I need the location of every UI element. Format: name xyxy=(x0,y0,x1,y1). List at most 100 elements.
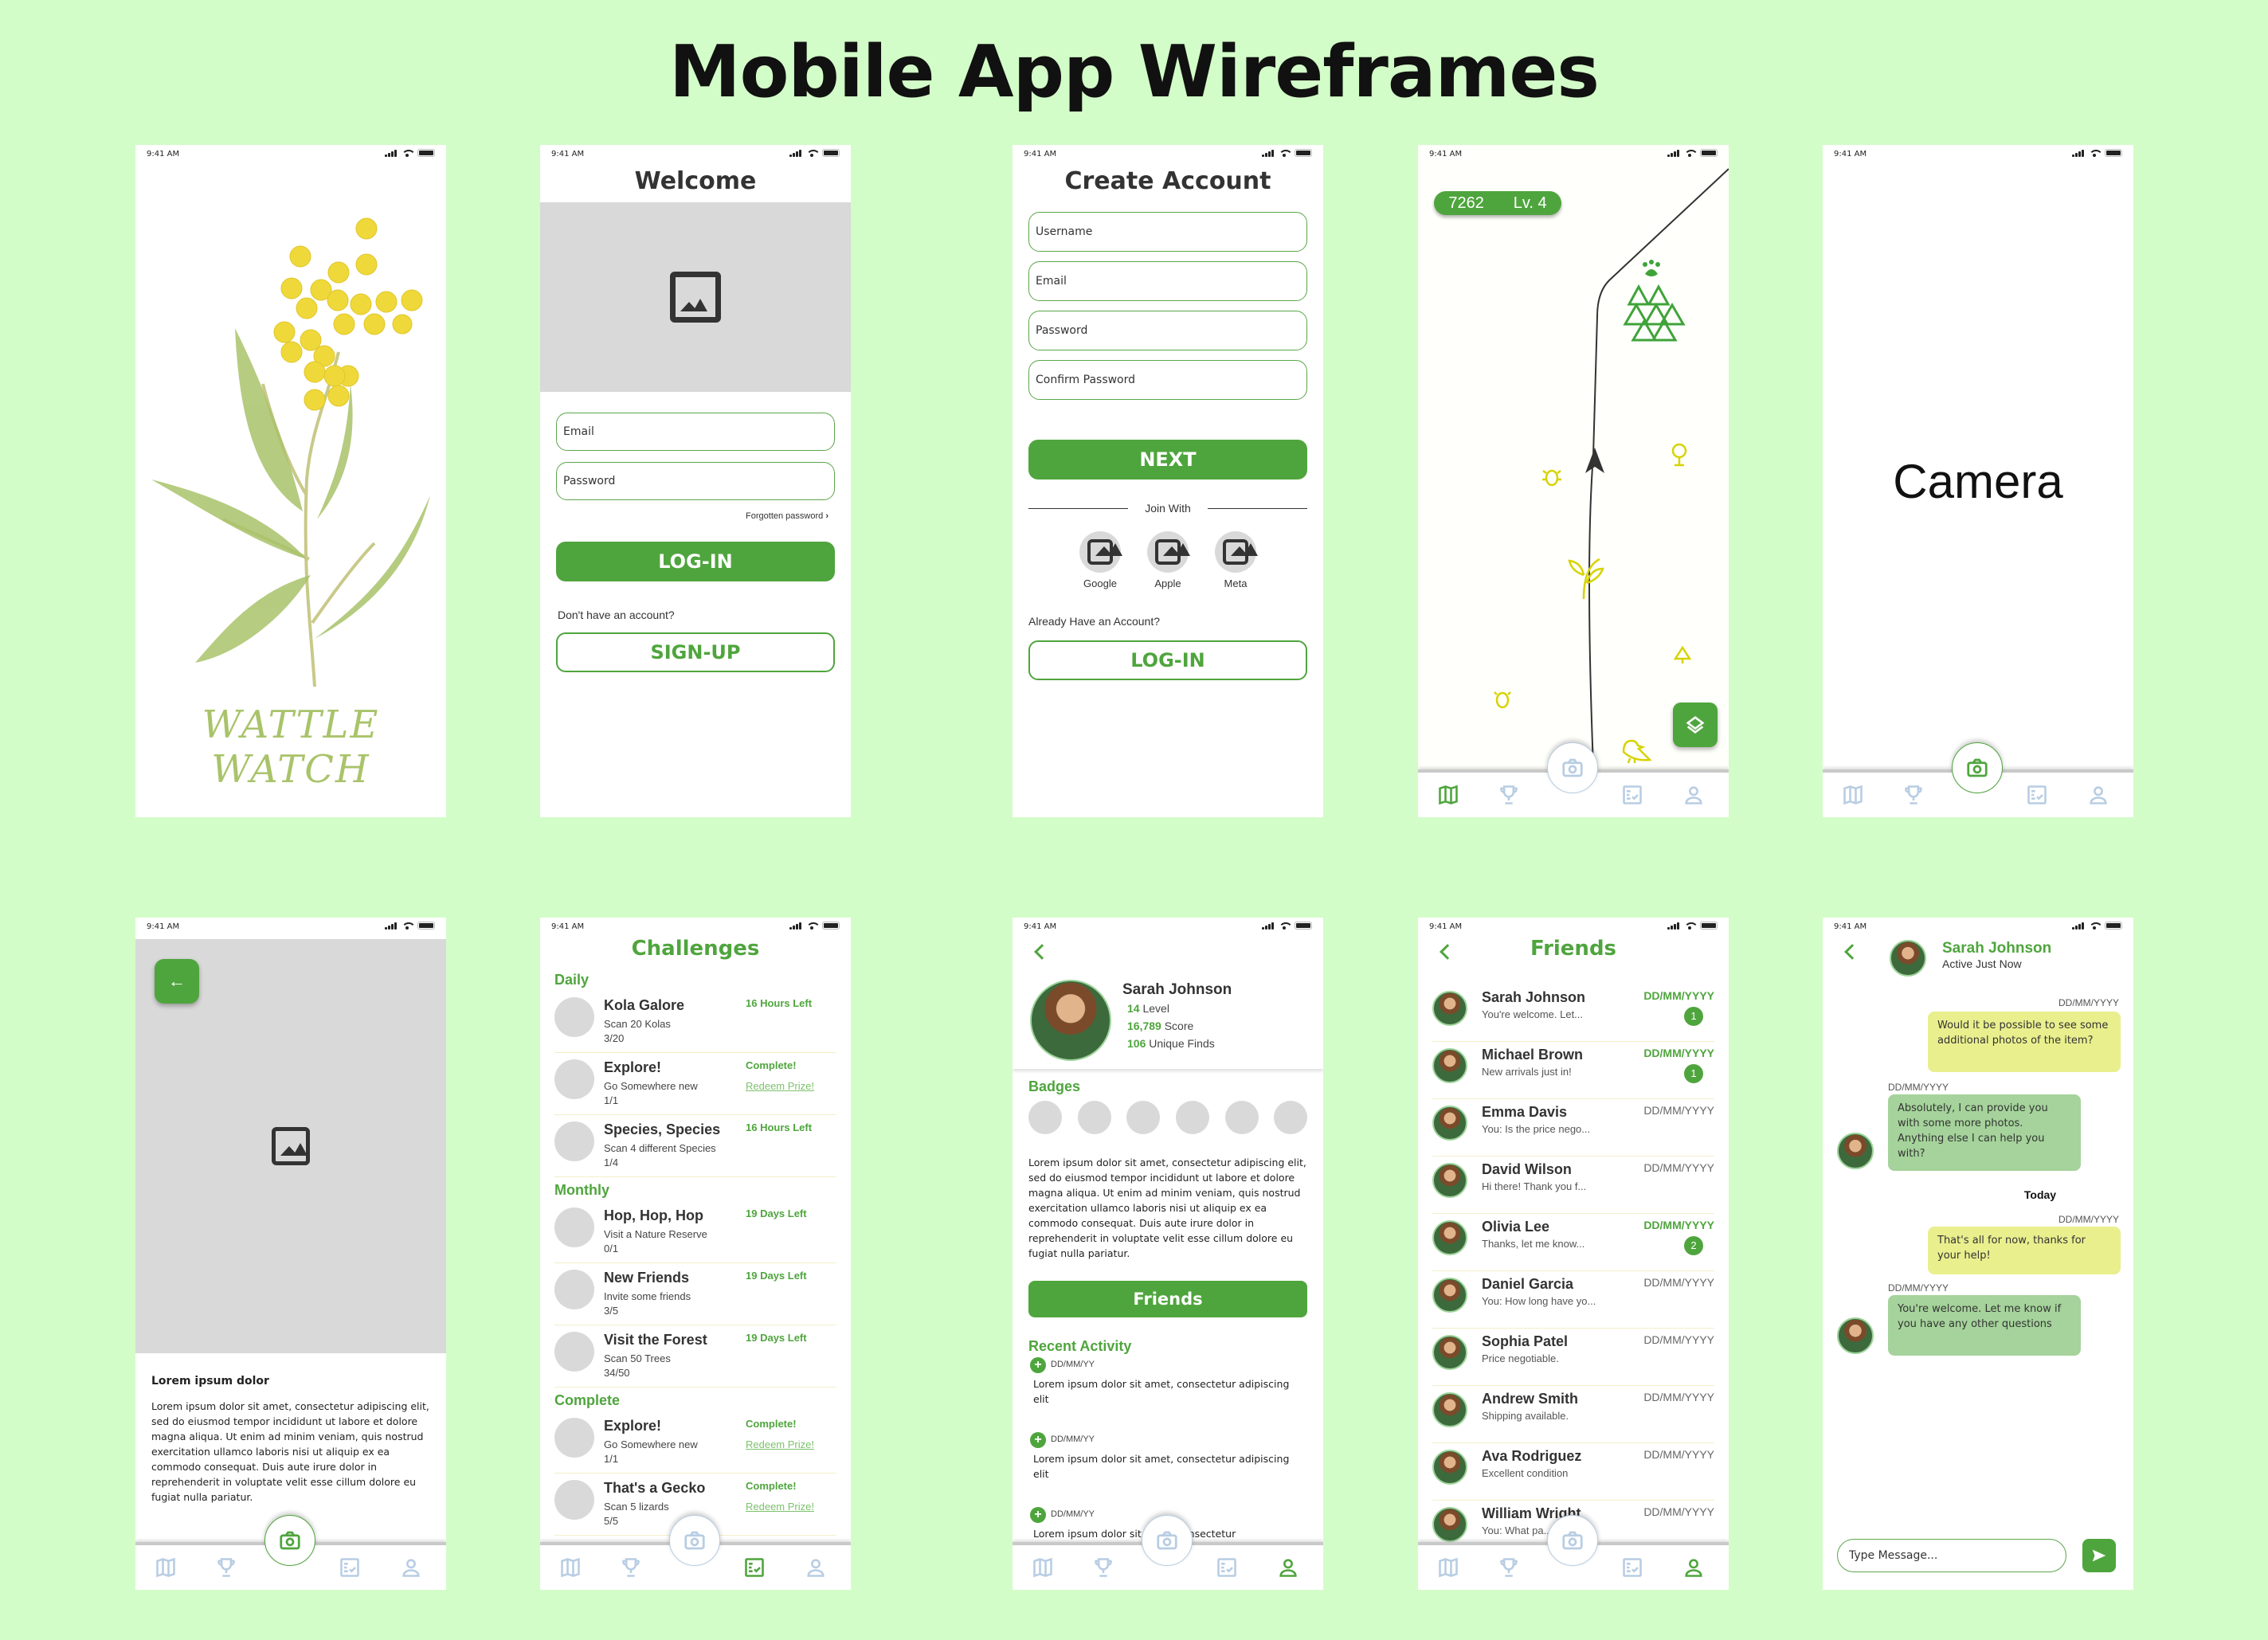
nav-checklist-icon[interactable] xyxy=(2026,784,2048,806)
status-bar: 9:41 AM xyxy=(540,145,851,162)
message-input[interactable] xyxy=(1849,1549,2066,1562)
challenge-title: New Friends xyxy=(604,1270,690,1286)
nav-checklist-icon[interactable] xyxy=(743,1556,766,1579)
nav-map-icon[interactable] xyxy=(155,1556,177,1579)
challenge-title: That's a Gecko xyxy=(604,1480,706,1496)
friend-row[interactable]: Olivia Lee Thanks, let me know... DD/MM/YY… xyxy=(1432,1214,1714,1271)
battery-icon xyxy=(822,922,840,930)
nav-profile-icon[interactable] xyxy=(805,1556,827,1579)
nav-camera-button[interactable] xyxy=(1547,742,1598,793)
username-input[interactable] xyxy=(1036,225,1306,238)
redeem-prize-link[interactable]: Redeem Prize! xyxy=(746,1501,814,1513)
friend-avatar xyxy=(1432,1507,1467,1542)
nav-map-icon[interactable] xyxy=(1437,784,1459,806)
social-login-meta[interactable]: Meta xyxy=(1212,531,1259,589)
confirm-password-input[interactable] xyxy=(1036,374,1306,386)
redeem-prize-link[interactable]: Redeem Prize! xyxy=(746,1438,814,1450)
social-circle xyxy=(1215,531,1258,573)
nav-camera-button[interactable] xyxy=(1547,1515,1598,1566)
friend-row[interactable]: Andrew Smith Shipping available. DD/MM/YYY… xyxy=(1432,1386,1714,1443)
nav-checklist-icon[interactable] xyxy=(1216,1556,1238,1579)
email-input[interactable] xyxy=(563,425,834,438)
email-field[interactable] xyxy=(1028,261,1307,301)
friend-row[interactable]: David Wilson Hi there! Thank you f... DD/M… xyxy=(1432,1157,1714,1214)
challenge-status: 16 Hours Left xyxy=(746,1121,813,1133)
signup-button[interactable]: SIGN-UP xyxy=(556,632,835,672)
nav-camera-button[interactable] xyxy=(1142,1515,1193,1566)
layers-button[interactable] xyxy=(1673,703,1718,747)
password-input[interactable] xyxy=(1036,324,1306,337)
detail-heading: Lorem ipsum dolor xyxy=(151,1375,269,1388)
nav-trophy-icon[interactable] xyxy=(620,1556,642,1579)
back-button[interactable]: ← xyxy=(155,959,199,1004)
screen-profile: 9:41 AM Sarah Johnson 14 Level 16,789 Sc… xyxy=(1013,918,1323,1590)
email-input[interactable] xyxy=(1036,275,1306,288)
friend-date: DD/MM/YYYY xyxy=(1643,1448,1714,1461)
nav-checklist-icon[interactable] xyxy=(1621,784,1643,806)
friend-row[interactable]: Sophia Patel Price negotiable. DD/MM/YYYY xyxy=(1432,1329,1714,1386)
badge-slot[interactable] xyxy=(1176,1101,1209,1134)
email-field[interactable] xyxy=(556,413,835,451)
nav-trophy-icon[interactable] xyxy=(1902,784,1925,806)
nav-camera-button[interactable] xyxy=(264,1515,315,1566)
nav-camera-button[interactable] xyxy=(1952,742,2003,793)
friend-row[interactable]: Ava Rodriguez Excellent condition DD/MM/YY… xyxy=(1432,1443,1714,1501)
challenge-item[interactable]: New Friends Invite some friends 3/5 19 Days… xyxy=(554,1263,836,1325)
nav-trophy-icon[interactable] xyxy=(1498,784,1520,806)
badge-slot[interactable] xyxy=(1225,1101,1259,1134)
challenge-item[interactable]: Visit the Forest Scan 50 Trees 34/50 19 Day… xyxy=(554,1325,836,1388)
nav-camera-button[interactable] xyxy=(669,1515,720,1566)
friend-row[interactable]: Michael Brown New arrivals just in! DD/MM/… xyxy=(1432,1042,1714,1099)
challenge-item[interactable]: Species, Species Scan 4 different Species… xyxy=(554,1115,836,1177)
nav-profile-icon[interactable] xyxy=(1682,1556,1705,1579)
challenge-item[interactable]: Hop, Hop, Hop Visit a Nature Reserve 0/1 19… xyxy=(554,1201,836,1263)
nav-profile-icon[interactable] xyxy=(1682,784,1705,806)
login-button[interactable]: LOG-IN xyxy=(1028,640,1307,680)
nav-map-icon[interactable] xyxy=(1032,1556,1054,1579)
nav-checklist-icon[interactable] xyxy=(339,1556,361,1579)
back-chevron-icon[interactable] xyxy=(1844,944,1860,960)
send-button[interactable] xyxy=(2082,1539,2116,1572)
add-circle-icon: + xyxy=(1030,1357,1046,1373)
message-field[interactable] xyxy=(1837,1539,2066,1572)
nav-checklist-icon[interactable] xyxy=(1621,1556,1643,1579)
nav-profile-icon[interactable] xyxy=(1277,1556,1299,1579)
profile-bio: Lorem ipsum dolor sit amet, consectetur … xyxy=(1028,1157,1306,1259)
challenge-item[interactable]: Kola Galore Scan 20 Kolas 3/20 16 Hours Lef… xyxy=(554,991,836,1053)
nav-trophy-icon[interactable] xyxy=(1092,1556,1114,1579)
nav-map-icon[interactable] xyxy=(1842,784,1864,806)
redeem-prize-link[interactable]: Redeem Prize! xyxy=(746,1080,814,1092)
friend-avatar xyxy=(1432,1278,1467,1313)
nav-profile-icon[interactable] xyxy=(2087,784,2109,806)
password-field[interactable] xyxy=(556,462,835,500)
social-login-google[interactable]: Google xyxy=(1076,531,1124,589)
challenge-item[interactable]: Explore! Go Somewhere new 1/1 Complete! Rede… xyxy=(554,1411,836,1474)
friends-button[interactable]: Friends xyxy=(1028,1281,1307,1317)
nav-trophy-icon[interactable] xyxy=(215,1556,237,1579)
screen-chat: 9:41 AM Sarah Johnson Active Just Now DD… xyxy=(1823,918,2133,1590)
nav-map-icon[interactable] xyxy=(559,1556,582,1579)
challenge-status: Complete! xyxy=(746,1480,797,1492)
friend-row[interactable]: Sarah Johnson You're welcome. Let... DD/MM… xyxy=(1432,984,1714,1042)
social-login-apple[interactable]: Apple xyxy=(1144,531,1192,589)
nav-trophy-icon[interactable] xyxy=(1498,1556,1520,1579)
image-icon xyxy=(272,1127,310,1165)
next-button[interactable]: NEXT xyxy=(1028,440,1307,479)
password-field[interactable] xyxy=(1028,311,1307,350)
password-input[interactable] xyxy=(563,475,834,487)
challenge-item[interactable]: Explore! Go Somewhere new 1/1 Complete! Rede… xyxy=(554,1053,836,1115)
friend-row[interactable]: Emma Davis You: Is the price nego... DD/MM… xyxy=(1432,1099,1714,1157)
badge-slot[interactable] xyxy=(1126,1101,1160,1134)
confirm-password-field[interactable] xyxy=(1028,360,1307,400)
badge-slot[interactable] xyxy=(1028,1101,1062,1134)
friend-row[interactable]: Daniel Garcia You: How long have yo... DD/… xyxy=(1432,1271,1714,1329)
activity-text: Lorem ipsum dolor sit amet, consectetur … xyxy=(1033,1453,1290,1480)
badge-slot[interactable] xyxy=(1274,1101,1307,1134)
nav-profile-icon[interactable] xyxy=(400,1556,422,1579)
badge-slot[interactable] xyxy=(1078,1101,1111,1134)
login-button[interactable]: LOG-IN xyxy=(556,542,835,581)
nav-map-icon[interactable] xyxy=(1437,1556,1459,1579)
forgot-password-link[interactable]: Forgotten password › xyxy=(746,511,828,521)
username-field[interactable] xyxy=(1028,212,1307,252)
score-stat-label: Score xyxy=(1164,1020,1194,1032)
